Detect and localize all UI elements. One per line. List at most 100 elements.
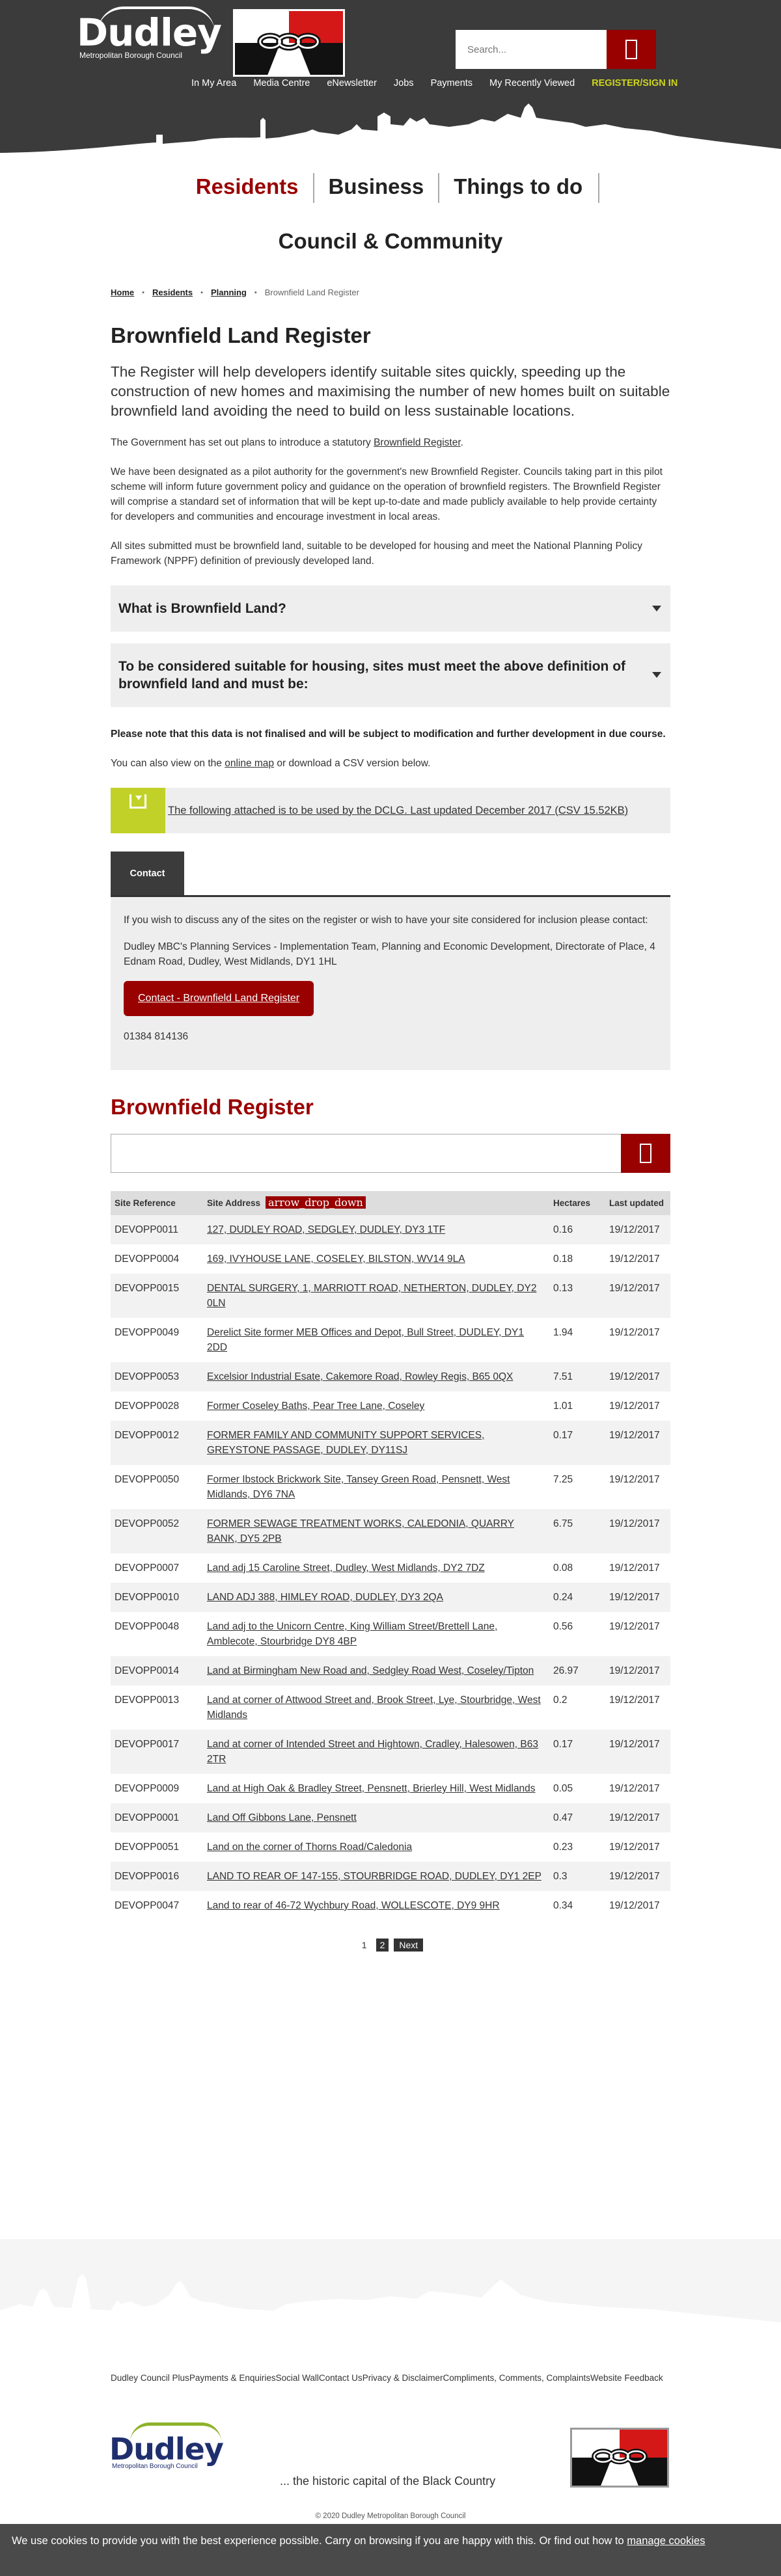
breadcrumb-separator: • bbox=[142, 288, 144, 297]
site-address-link[interactable]: Former Ibstock Brickwork Site, Tansey Gr… bbox=[207, 1474, 510, 1500]
register-sign-in-link[interactable]: REGISTER/SIGN IN bbox=[592, 78, 678, 88]
column-hectares[interactable]: Hectares bbox=[549, 1191, 605, 1215]
footer-tagline: ... the historic capital of the Black Co… bbox=[280, 2475, 496, 2488]
register-table-body: DEVOPP0011 127, DUDLEY ROAD, SEDGLEY, DUD… bbox=[111, 1215, 670, 1920]
footer-link-feedback[interactable]: Website Feedback bbox=[590, 2373, 663, 2383]
cell-site-address: LAND TO REAR OF 147-155, STOURBRIDGE ROA… bbox=[203, 1862, 549, 1891]
footer-link-contact[interactable]: Contact Us bbox=[319, 2373, 363, 2383]
site-address-link[interactable]: Land adj 15 Caroline Street, Dudley, Wes… bbox=[207, 1563, 485, 1574]
contact-phone: 01384 814136 bbox=[124, 1031, 189, 1042]
next-page-link[interactable]: Next bbox=[394, 1939, 424, 1952]
cell-site-reference: DEVOPP0004 bbox=[115, 1254, 180, 1265]
cell-site-address: Land at Birmingham New Road and, Sedgley… bbox=[203, 1656, 549, 1685]
sort-arrow-label[interactable]: arrow_drop_down bbox=[266, 1196, 366, 1209]
footer-link-council-plus[interactable]: Dudley Council Plus bbox=[111, 2373, 189, 2383]
cookie-text: We use cookies to provide you with the b… bbox=[12, 2535, 627, 2547]
tab-contact[interactable]: Contact bbox=[111, 852, 184, 895]
site-address-link[interactable]: Land at corner of Attwood Street and, Br… bbox=[207, 1695, 541, 1721]
site-address-link[interactable]: Land on the corner of Thorns Road/Caledo… bbox=[207, 1842, 412, 1853]
section-residents[interactable]: Residents bbox=[182, 173, 313, 203]
nav-in-my-area[interactable]: In My Area bbox=[191, 78, 236, 88]
chevron-down-icon bbox=[652, 605, 661, 611]
site-search-input[interactable] bbox=[456, 30, 607, 69]
section-council-community[interactable]: Council & Community bbox=[0, 229, 781, 254]
csv-download-link[interactable]: The following attached is to be used by … bbox=[168, 805, 628, 817]
accordion-suitability-criteria[interactable]: To be considered suitable for housing, s… bbox=[111, 643, 670, 707]
cell-last-updated: 19/12/2017 bbox=[609, 1621, 660, 1632]
cell-site-reference: DEVOPP0010 bbox=[115, 1592, 180, 1603]
register-search-button[interactable] bbox=[621, 1134, 670, 1173]
cookie-banner: We use cookies to provide you with the b… bbox=[0, 2524, 781, 2576]
footer-council-logo[interactable]: Dudley Metropolitan Borough Council bbox=[109, 2422, 224, 2470]
nav-media-centre[interactable]: Media Centre bbox=[253, 78, 310, 88]
site-address-link[interactable]: Derelict Site former MEB Offices and Dep… bbox=[207, 1327, 524, 1353]
site-address-link[interactable]: 127, DUDLEY ROAD, SEDGLEY, DUDLEY, DY3 1… bbox=[207, 1224, 445, 1235]
cell-site-address: LAND ADJ 388, HIMLEY ROAD, DUDLEY, DY3 2… bbox=[203, 1583, 549, 1612]
intro-paragraph-2: We have been designated as a pilot autho… bbox=[111, 466, 663, 522]
site-address-link[interactable]: Land at Birmingham New Road and, Sedgley… bbox=[207, 1665, 534, 1676]
breadcrumb-home[interactable]: Home bbox=[111, 288, 134, 297]
cell-site-address: Land adj to the Unicorn Centre, King Wil… bbox=[203, 1612, 549, 1656]
lead-paragraph: The Register will help developers identi… bbox=[111, 364, 670, 419]
download-icon[interactable] bbox=[111, 788, 165, 833]
nav-payments[interactable]: Payments bbox=[431, 78, 473, 88]
manage-cookies-link[interactable]: manage cookies bbox=[627, 2535, 705, 2547]
cell-site-reference: DEVOPP0012 bbox=[115, 1430, 180, 1441]
section-council-link[interactable]: Council & Community bbox=[279, 229, 503, 253]
section-nav: Residents Business Things to do bbox=[0, 173, 781, 203]
column-site-reference[interactable]: Site Reference bbox=[111, 1191, 203, 1215]
page-1-link[interactable]: 1 bbox=[358, 1939, 371, 1952]
chevron-down-icon bbox=[652, 672, 661, 678]
footer-link-social-wall[interactable]: Social Wall bbox=[276, 2373, 319, 2383]
footer-link-payments[interactable]: Payments & Enquiries bbox=[189, 2373, 276, 2383]
section-things-to-do[interactable]: Things to do bbox=[439, 173, 598, 203]
view-text-end: or download a CSV version below. bbox=[274, 758, 431, 769]
site-address-link[interactable]: Land to rear of 46-72 Wychbury Road, WOL… bbox=[207, 1900, 500, 1911]
nav-jobs[interactable]: Jobs bbox=[394, 78, 414, 88]
site-address-link[interactable]: Excelsior Industrial Esate, Cakemore Roa… bbox=[207, 1371, 513, 1382]
site-address-link[interactable]: Land at High Oak & Bradley Street, Pensn… bbox=[207, 1783, 536, 1794]
cell-site-address: Land adj 15 Caroline Street, Dudley, Wes… bbox=[203, 1553, 549, 1583]
site-address-link[interactable]: Land at corner of Intended Street and Hi… bbox=[207, 1739, 538, 1765]
para1-text: The Government has set out plans to intr… bbox=[111, 437, 374, 448]
column-site-address[interactable]: Site Address arrow_drop_down bbox=[203, 1191, 549, 1215]
intro-paragraph-1: The Government has set out plans to intr… bbox=[111, 435, 670, 450]
section-divider bbox=[598, 173, 600, 203]
site-address-link[interactable]: Former Coseley Baths, Pear Tree Lane, Co… bbox=[207, 1401, 424, 1412]
site-address-link[interactable]: LAND ADJ 388, HIMLEY ROAD, DUDLEY, DY3 2… bbox=[207, 1592, 443, 1603]
cell-site-address: Land at High Oak & Bradley Street, Pensn… bbox=[203, 1774, 549, 1803]
breadcrumb-planning[interactable]: Planning bbox=[211, 288, 247, 297]
download-body: The following attached is to be used by … bbox=[165, 788, 670, 833]
footer-link-complaints[interactable]: Compliments, Comments, Complaints bbox=[443, 2373, 590, 2383]
nav-recently-viewed[interactable]: My Recently Viewed bbox=[489, 78, 575, 88]
site-address-link[interactable]: Land adj to the Unicorn Centre, King Wil… bbox=[207, 1621, 497, 1647]
breadcrumb-residents[interactable]: Residents bbox=[152, 288, 193, 297]
cell-last-updated: 19/12/2017 bbox=[609, 1665, 660, 1676]
site-address-link[interactable]: Land Off Gibbons Lane, Pensnett bbox=[207, 1812, 357, 1823]
site-address-link[interactable]: LAND TO REAR OF 147-155, STOURBRIDGE ROA… bbox=[207, 1871, 541, 1882]
section-business[interactable]: Business bbox=[314, 173, 439, 203]
brownfield-register-link[interactable]: Brownfield Register bbox=[374, 437, 461, 448]
cell-site-reference: DEVOPP0048 bbox=[115, 1621, 180, 1632]
table-row: DEVOPP0028 Former Coseley Baths, Pear Tre… bbox=[111, 1391, 670, 1421]
online-map-link[interactable]: online map bbox=[225, 758, 274, 769]
cell-hectares: 0.2 bbox=[553, 1695, 568, 1706]
site-address-link[interactable]: FORMER FAMILY AND COMMUNITY SUPPORT SERV… bbox=[207, 1430, 484, 1456]
cell-site-address: Land to rear of 46-72 Wychbury Road, WOL… bbox=[203, 1891, 549, 1920]
cell-last-updated: 19/12/2017 bbox=[609, 1739, 660, 1750]
footer-link-privacy[interactable]: Privacy & Disclaimer bbox=[363, 2373, 443, 2383]
column-last-updated[interactable]: Last updated bbox=[605, 1191, 670, 1215]
council-logo[interactable]: Dudley Metropolitan Borough Council bbox=[77, 13, 222, 60]
site-address-link[interactable]: FORMER SEWAGE TREATMENT WORKS, CALEDONIA… bbox=[207, 1518, 514, 1544]
register-title: Brownfield Register bbox=[111, 1095, 314, 1119]
site-search-button[interactable] bbox=[607, 30, 656, 69]
contact-button[interactable]: Contact - Brownfield Land Register bbox=[124, 981, 314, 1016]
register-search-input[interactable] bbox=[111, 1134, 621, 1173]
table-row: DEVOPP0014 Land at Birmingham New Road an… bbox=[111, 1656, 670, 1685]
logo-swoosh bbox=[130, 2422, 221, 2442]
accordion-what-is-brownfield[interactable]: What is Brownfield Land? bbox=[111, 585, 670, 632]
site-address-link[interactable]: DENTAL SURGERY, 1, MARRIOTT ROAD, NETHER… bbox=[207, 1283, 536, 1309]
site-address-link[interactable]: 169, IVYHOUSE LANE, COSELEY, BILSTON, WV… bbox=[207, 1254, 465, 1265]
table-row: DEVOPP0050 Former Ibstock Brickwork Site,… bbox=[111, 1465, 670, 1509]
nav-enewsletter[interactable]: eNewsletter bbox=[327, 78, 377, 88]
